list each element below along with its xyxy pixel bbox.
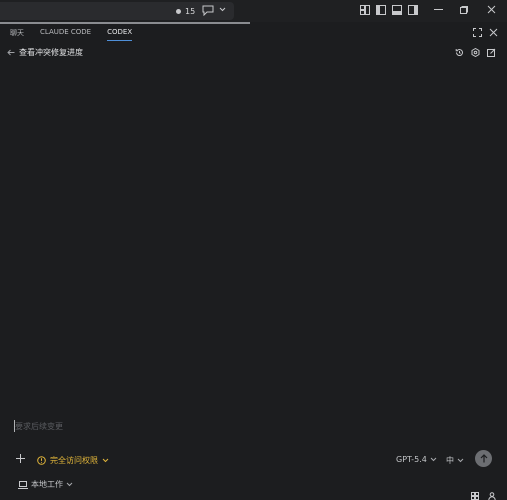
back-arrow-icon[interactable] xyxy=(7,49,15,56)
model-selector[interactable]: GPT-5.4 xyxy=(396,455,437,464)
workspace-selector[interactable]: 本地工作 xyxy=(18,479,73,490)
tab-codex[interactable]: CODEX xyxy=(107,28,133,41)
chevron-down-icon[interactable] xyxy=(219,7,226,12)
composer-input[interactable]: 要求后续变更 xyxy=(15,421,63,432)
send-button[interactable] xyxy=(475,450,492,467)
command-search-bar[interactable] xyxy=(0,2,234,20)
chevron-down-icon xyxy=(66,482,73,487)
new-chat-edit-icon[interactable] xyxy=(487,48,496,57)
toggle-left-panel-icon[interactable] xyxy=(376,5,386,15)
notification-indicator[interactable]: 15 xyxy=(176,5,195,17)
permission-selector[interactable]: 完全访问权限 xyxy=(37,455,109,466)
expand-icon[interactable] xyxy=(473,28,482,37)
laptop-icon xyxy=(18,480,28,489)
settings-gear-icon[interactable] xyxy=(471,48,480,57)
title-bar-progress xyxy=(0,22,250,24)
notification-count: 15 xyxy=(185,6,196,16)
layout-grid-icon[interactable] xyxy=(360,5,370,15)
chevron-down-icon xyxy=(457,458,464,463)
workspace-label: 本地工作 xyxy=(31,480,63,489)
person-icon[interactable] xyxy=(488,492,496,500)
chat-bubble-icon[interactable] xyxy=(202,5,214,16)
tab-claude-code[interactable]: CLAUDE CODE xyxy=(40,28,91,41)
history-icon[interactable] xyxy=(455,48,464,57)
warning-circle-icon xyxy=(37,456,46,465)
thread-title: 查看冲突修复进度 xyxy=(19,48,83,57)
panel-tabs: 聊天 CLAUDE CODE CODEX xyxy=(10,28,148,41)
toggle-bottom-panel-icon[interactable] xyxy=(392,5,402,15)
permission-label: 完全访问权限 xyxy=(50,456,98,465)
close-window-icon[interactable] xyxy=(487,5,496,14)
add-attachment-icon[interactable] xyxy=(16,454,25,463)
effort-label: 中 xyxy=(446,456,454,465)
chevron-down-icon xyxy=(430,457,437,462)
restore-icon[interactable] xyxy=(460,6,468,14)
tab-chat[interactable]: 聊天 xyxy=(10,28,24,41)
close-panel-icon[interactable] xyxy=(489,28,498,37)
effort-selector[interactable]: 中 xyxy=(446,455,464,466)
status-dot-icon xyxy=(176,8,181,14)
arrow-up-icon xyxy=(480,454,488,463)
minimize-icon[interactable] xyxy=(434,9,443,11)
grid-apps-icon[interactable] xyxy=(471,492,479,500)
model-label: GPT-5.4 xyxy=(396,455,427,464)
chevron-down-icon xyxy=(102,458,109,463)
toggle-right-panel-icon[interactable] xyxy=(408,5,418,15)
